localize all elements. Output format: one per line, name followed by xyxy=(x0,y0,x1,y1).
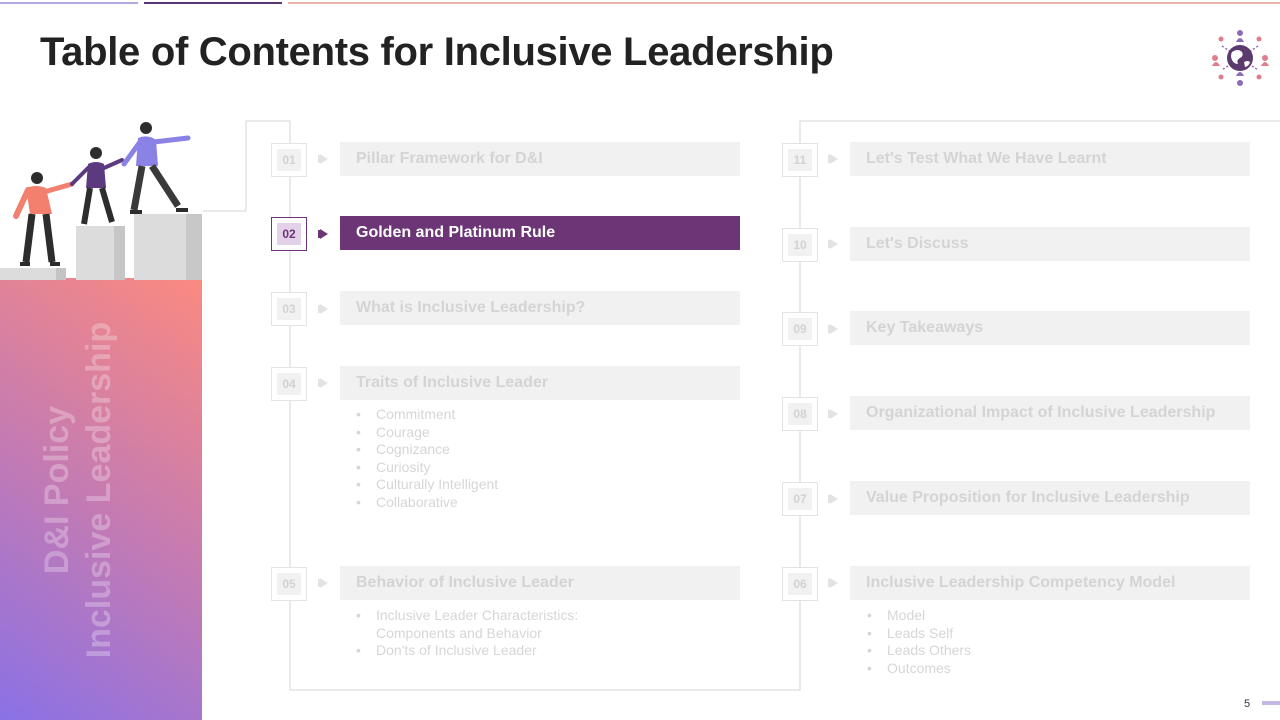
list-item: Commitment xyxy=(356,406,498,424)
list-item: Collaborative xyxy=(356,494,498,512)
competency-bullet-list: Model Leads Self Leads Others Outcomes xyxy=(867,607,971,677)
arrow-right-icon xyxy=(318,304,328,314)
list-item: Outcomes xyxy=(867,660,971,678)
section-number-box[interactable]: 09 xyxy=(782,312,818,346)
list-item: Model xyxy=(867,607,971,625)
toc-item-key-takeaways[interactable]: Key Takeaways xyxy=(850,311,1250,345)
toc-item-value-proposition[interactable]: Value Proposition for Inclusive Leadersh… xyxy=(850,481,1250,515)
arrow-right-icon xyxy=(318,229,328,239)
list-item: Inclusive Leader Characteristics: xyxy=(356,607,578,625)
list-item: Leads Others xyxy=(867,642,971,660)
arrow-right-icon xyxy=(828,324,838,334)
toc-item-organizational-impact[interactable]: Organizational Impact of Inclusive Leade… xyxy=(850,396,1250,430)
arrow-right-icon xyxy=(828,578,838,588)
toc-item-lets-test[interactable]: Let's Test What We Have Learnt xyxy=(850,142,1250,176)
arrow-right-icon xyxy=(828,154,838,164)
section-number-box[interactable]: 04 xyxy=(271,367,307,401)
list-item: Cognizance xyxy=(356,441,498,459)
page-number: 5 xyxy=(1244,698,1251,710)
arrow-right-icon xyxy=(318,378,328,388)
connector-lines xyxy=(203,120,1280,691)
list-item: Curiosity xyxy=(356,459,498,477)
section-number-box[interactable]: 05 xyxy=(271,567,307,601)
section-number-box[interactable]: 01 xyxy=(271,143,307,177)
section-number-box[interactable]: 03 xyxy=(271,292,307,326)
section-number-box[interactable]: 08 xyxy=(782,397,818,431)
arrow-right-icon xyxy=(318,154,328,164)
toc-item-what-is-inclusive-leadership[interactable]: What is Inclusive Leadership? xyxy=(340,291,740,325)
section-number-box[interactable]: 10 xyxy=(782,228,818,262)
list-item: Don'ts of Inclusive Leader xyxy=(356,642,578,660)
section-number-box[interactable]: 11 xyxy=(782,143,818,177)
toc-item-competency-model[interactable]: Inclusive Leadership Competency Model xyxy=(850,566,1250,600)
list-item-continuation: Components and Behavior xyxy=(376,624,542,641)
toc-item-behavior-inclusive-leader[interactable]: Behavior of Inclusive Leader xyxy=(340,566,740,600)
arrow-right-icon xyxy=(828,494,838,504)
toc-item-traits-inclusive-leader[interactable]: Traits of Inclusive Leader xyxy=(340,366,740,400)
arrow-right-icon xyxy=(828,239,838,249)
section-number-box[interactable]: 07 xyxy=(782,482,818,516)
traits-bullet-list: Commitment Courage Cognizance Curiosity … xyxy=(356,406,498,512)
section-number-box-active[interactable]: 02 xyxy=(271,217,307,251)
list-item: Courage xyxy=(356,424,498,442)
list-item: Leads Self xyxy=(867,625,971,643)
toc-item-golden-platinum-rule[interactable]: Golden and Platinum Rule xyxy=(340,216,740,250)
toc-item-lets-discuss[interactable]: Let's Discuss xyxy=(850,227,1250,261)
list-item: Culturally Intelligent xyxy=(356,476,498,494)
behavior-bullet-list: Inclusive Leader Characteristics: Compon… xyxy=(356,607,578,660)
section-number-box[interactable]: 06 xyxy=(782,567,818,601)
arrow-right-icon xyxy=(318,578,328,588)
page-marker xyxy=(1262,701,1280,705)
arrow-right-icon xyxy=(828,409,838,419)
toc-item-pillar-framework[interactable]: Pillar Framework for D&I xyxy=(340,142,740,176)
